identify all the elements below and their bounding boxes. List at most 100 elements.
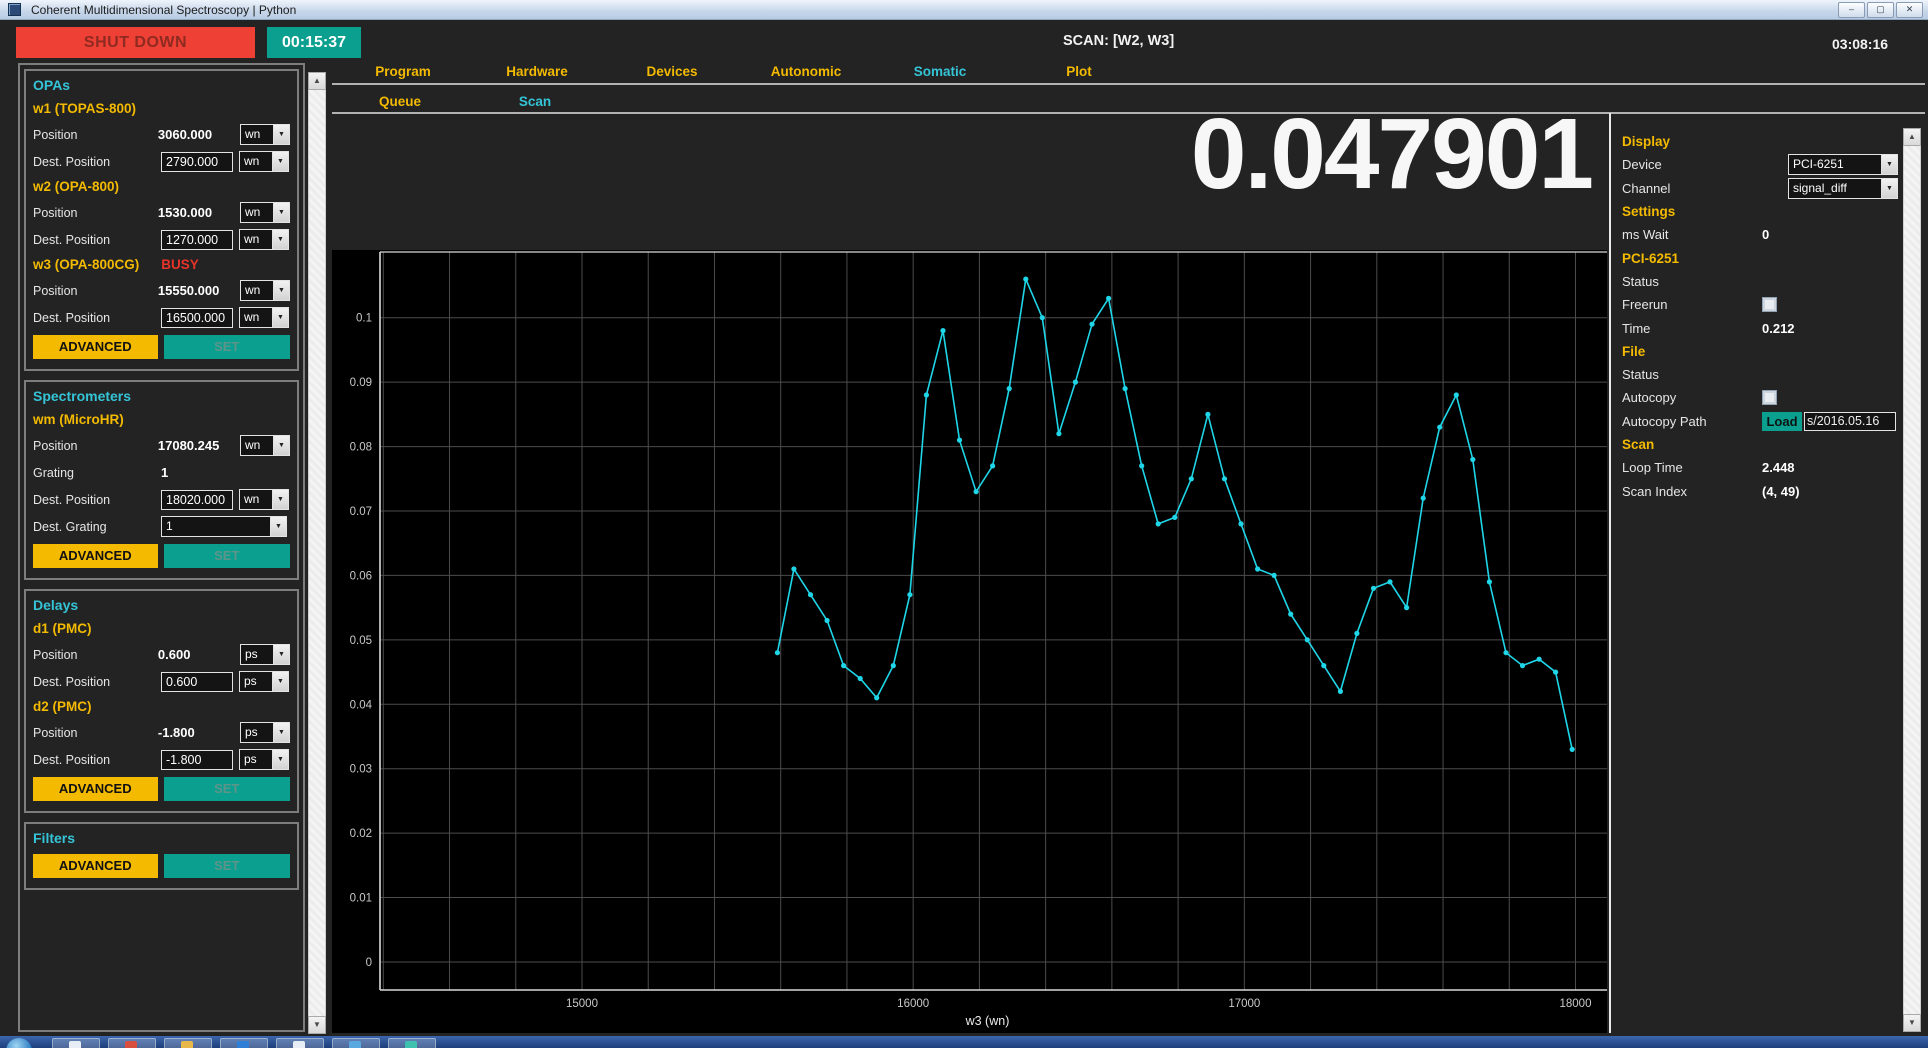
subtab-scan[interactable]: Scan <box>519 94 551 109</box>
taskbar-app-button[interactable] <box>164 1038 212 1048</box>
chevron-down-icon[interactable]: ▼ <box>272 490 288 509</box>
unit-select[interactable]: wn▼ <box>239 307 289 328</box>
set-button[interactable]: SET <box>164 335 290 359</box>
advanced-button[interactable]: ADVANCED <box>33 854 158 878</box>
settings-scroll-up-icon[interactable]: ▲ <box>1903 128 1921 146</box>
settings-header: PCI-6251 <box>1622 251 1679 266</box>
field-value: 1530.000 <box>158 205 234 220</box>
plot-canvas[interactable]: 00.010.020.030.040.050.060.070.080.090.1… <box>332 250 1607 1033</box>
settings-value: 2.448 <box>1762 460 1795 475</box>
channel-select[interactable]: signal_diff▼ <box>1788 178 1898 199</box>
scroll-down-icon[interactable]: ▼ <box>308 1016 326 1034</box>
unit-select[interactable]: wn▼ <box>239 229 289 250</box>
windows-taskbar[interactable] <box>0 1036 1928 1048</box>
set-button[interactable]: SET <box>164 544 290 568</box>
unit-select[interactable]: ps▼ <box>239 749 289 770</box>
advanced-button[interactable]: ADVANCED <box>33 544 158 568</box>
taskbar-app-button[interactable] <box>108 1038 156 1048</box>
data-point <box>1338 689 1343 694</box>
chevron-down-icon[interactable]: ▼ <box>273 645 289 664</box>
y-tick-label: 0.09 <box>350 377 372 389</box>
tab-program[interactable]: Program <box>375 64 431 79</box>
taskbar-app-button[interactable] <box>388 1038 436 1048</box>
axes <box>380 252 1607 990</box>
chevron-down-icon[interactable]: ▼ <box>272 750 288 769</box>
close-button[interactable]: ✕ <box>1896 2 1923 18</box>
dest-position-input[interactable]: 0.600 <box>161 672 233 692</box>
dest-position-input[interactable]: 2790.000 <box>161 152 233 172</box>
live-signal-readout: 0.047901 <box>700 104 1592 204</box>
section-actions: ADVANCEDSET <box>33 850 290 882</box>
data-point <box>1553 670 1558 675</box>
load-button[interactable]: Load <box>1762 412 1802 431</box>
readout-row: Position15550.000wn▼ <box>33 277 290 304</box>
minimize-button[interactable]: – <box>1838 2 1865 18</box>
taskbar-app-button[interactable] <box>52 1038 100 1048</box>
dest-grating-select[interactable]: 1▼ <box>161 516 287 537</box>
tab-plot[interactable]: Plot <box>1066 64 1092 79</box>
dest-position-input[interactable]: 18020.000 <box>161 490 233 510</box>
chevron-down-icon[interactable]: ▼ <box>1881 155 1897 174</box>
unit-select[interactable]: wn▼ <box>240 202 290 223</box>
maximize-button[interactable]: ▢ <box>1867 2 1894 18</box>
settings-scroll-down-icon[interactable]: ▼ <box>1903 1014 1921 1032</box>
window-titlebar[interactable]: Coherent Multidimensional Spectroscopy |… <box>0 0 1928 20</box>
scroll-up-icon[interactable]: ▲ <box>308 72 326 90</box>
chevron-down-icon[interactable]: ▼ <box>273 125 289 144</box>
taskbar-app-button[interactable] <box>276 1038 324 1048</box>
unit-select[interactable]: ps▼ <box>239 671 289 692</box>
hardware-name: w3 (OPA-800CG) <box>33 257 139 272</box>
chevron-down-icon[interactable]: ▼ <box>273 281 289 300</box>
tab-hardware[interactable]: Hardware <box>506 64 568 79</box>
autocopy-path-input[interactable]: s/2016.05.16 <box>1804 412 1896 431</box>
chevron-down-icon[interactable]: ▼ <box>273 436 289 455</box>
unit-select[interactable]: wn▼ <box>239 151 289 172</box>
chevron-down-icon[interactable]: ▼ <box>273 723 289 742</box>
dest-position-input[interactable]: -1.800 <box>161 750 233 770</box>
x-tick-label: 18000 <box>1560 998 1592 1010</box>
chevron-down-icon[interactable]: ▼ <box>272 308 288 327</box>
chevron-down-icon[interactable]: ▼ <box>273 203 289 222</box>
readout-row: Position0.600ps▼ <box>33 641 290 668</box>
advanced-button[interactable]: ADVANCED <box>33 777 158 801</box>
tab-devices[interactable]: Devices <box>646 64 697 79</box>
unit-select[interactable]: wn▼ <box>240 280 290 301</box>
settings-vertical-scrollbar[interactable] <box>1903 128 1921 1032</box>
data-point <box>1570 747 1575 752</box>
unit-select[interactable]: wn▼ <box>240 435 290 456</box>
device-select[interactable]: PCI-6251▼ <box>1788 154 1898 175</box>
settings-label: Time <box>1622 321 1762 336</box>
start-button-icon[interactable] <box>6 1038 32 1048</box>
dest-position-input[interactable]: 1270.000 <box>161 230 233 250</box>
tab-autonomic[interactable]: Autonomic <box>771 64 842 79</box>
taskbar-app-button[interactable] <box>220 1038 268 1048</box>
main-vertical-scrollbar[interactable] <box>308 72 326 1034</box>
section-actions: ADVANCEDSET <box>33 540 290 572</box>
shutdown-button[interactable]: SHUT DOWN <box>16 27 255 58</box>
scan-plot[interactable]: 00.010.020.030.040.050.060.070.080.090.1… <box>332 250 1607 1033</box>
unit-select[interactable]: wn▼ <box>239 489 289 510</box>
freerun-checkbox[interactable] <box>1762 297 1777 312</box>
field-label: Position <box>33 439 158 453</box>
taskbar-app-button[interactable] <box>332 1038 380 1048</box>
dest-position-input[interactable]: 16500.000 <box>161 308 233 328</box>
autocopy-checkbox[interactable] <box>1762 390 1777 405</box>
set-button[interactable]: SET <box>164 854 290 878</box>
chevron-down-icon[interactable]: ▼ <box>1881 179 1897 198</box>
unit-select[interactable]: ps▼ <box>240 644 290 665</box>
unit-select-value: wn <box>240 152 272 171</box>
chevron-down-icon[interactable]: ▼ <box>272 152 288 171</box>
data-point <box>775 650 780 655</box>
settings-row: PCI-6251 <box>1622 246 1898 269</box>
chevron-down-icon[interactable]: ▼ <box>272 230 288 249</box>
tab-somatic[interactable]: Somatic <box>914 64 967 79</box>
unit-select[interactable]: ps▼ <box>240 722 290 743</box>
series-signal_diff <box>775 277 1575 753</box>
advanced-button[interactable]: ADVANCED <box>33 335 158 359</box>
chevron-down-icon[interactable]: ▼ <box>270 517 286 536</box>
set-button[interactable]: SET <box>164 777 290 801</box>
unit-select[interactable]: wn▼ <box>240 124 290 145</box>
subtab-queue[interactable]: Queue <box>379 94 421 109</box>
system-clock: 03:08:16 <box>1832 36 1888 52</box>
chevron-down-icon[interactable]: ▼ <box>272 672 288 691</box>
